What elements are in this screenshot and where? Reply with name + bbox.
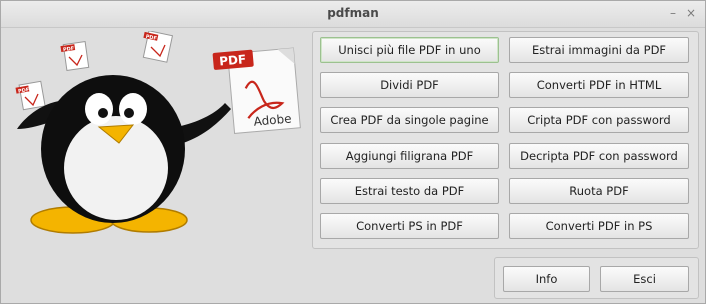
- split-pdf-button[interactable]: Dividi PDF: [320, 72, 499, 98]
- title-bar[interactable]: pdfman – ×: [1, 1, 705, 28]
- pdf-to-ps-button[interactable]: Converti PDF in PS: [509, 213, 689, 239]
- adobe-pdf-doc-icon: PDF Adobe: [212, 47, 301, 135]
- extract-text-button[interactable]: Estrai testo da PDF: [320, 178, 499, 204]
- merge-pdf-button[interactable]: Unisci più file PDF in uno: [320, 37, 499, 63]
- small-pdf-doc-icon: PDF: [60, 41, 90, 71]
- rotate-pdf-button[interactable]: Ruota PDF: [509, 178, 689, 204]
- close-icon[interactable]: ×: [683, 5, 699, 21]
- decrypt-pdf-button[interactable]: Decripta PDF con password: [509, 143, 689, 169]
- small-pdf-doc-icon: PDF: [142, 31, 174, 63]
- small-pdf-doc-icon: PDF: [15, 80, 46, 111]
- svg-text:PDF: PDF: [219, 52, 247, 68]
- info-button[interactable]: Info: [503, 266, 590, 292]
- ps-to-pdf-button[interactable]: Converti PS in PDF: [320, 213, 499, 239]
- minimize-icon[interactable]: –: [665, 5, 681, 21]
- penguin-holding-pdf-icon: PDF PDF PDF PDF Adobe: [15, 31, 301, 234]
- pdfman-window: pdfman – × PDF PDF PDF PDF Adobe Unisci …: [0, 0, 706, 304]
- create-from-pages-button[interactable]: Crea PDF da singole pagine: [320, 107, 499, 133]
- encrypt-pdf-button[interactable]: Cripta PDF con password: [509, 107, 689, 133]
- convert-to-html-button[interactable]: Converti PDF in HTML: [509, 72, 689, 98]
- window-title: pdfman: [327, 6, 379, 20]
- quit-button[interactable]: Esci: [600, 266, 689, 292]
- add-watermark-button[interactable]: Aggiungi filigrana PDF: [320, 143, 499, 169]
- extract-images-button[interactable]: Estrai immagini da PDF: [509, 37, 689, 63]
